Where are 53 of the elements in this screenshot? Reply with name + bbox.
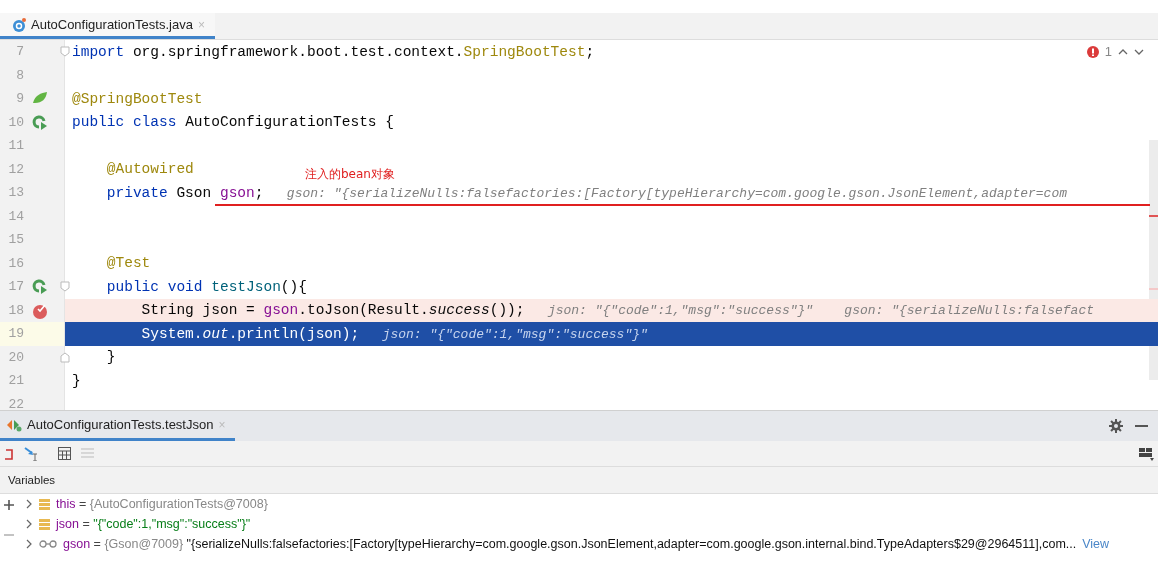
glasses-icon [39, 540, 57, 548]
step-into-icon[interactable] [24, 446, 40, 461]
line-number: 11 [7, 138, 24, 154]
annotation-note: 注入的bean对象 [305, 166, 395, 183]
code-line: @Autowired [105, 161, 194, 178]
variable-entry[interactable]: json = "{"code":1,"msg":"success"}" [56, 517, 251, 531]
line-number: 20 [7, 349, 24, 365]
restore-icon[interactable] [4, 447, 14, 460]
code-line: } [105, 349, 116, 366]
code-line: @SpringBootTest [72, 90, 203, 107]
add-icon[interactable] [4, 500, 14, 510]
line-number: 18 [7, 302, 24, 318]
field-icon [39, 498, 50, 510]
line-number: 16 [7, 255, 24, 271]
variable-entry[interactable]: gson = {Gson@7009} "{serializeNulls:falsefactories:[Factory[typeHierarchy=com.google.gson.JsonElement,adapter=com.google.gson.internal.bind.TypeAdapters$29@2964511],com... [63, 537, 1077, 551]
code-line: public void testJson(){ [105, 278, 307, 295]
class-icon [12, 17, 26, 32]
line-number: 19 [7, 326, 24, 342]
view-link[interactable]: View [1082, 537, 1110, 551]
field-icon [39, 518, 50, 530]
layout-icon[interactable] [1138, 446, 1154, 461]
leaf-icon[interactable] [32, 91, 48, 105]
line-number: 9 [15, 91, 24, 107]
run-icon[interactable] [32, 279, 48, 295]
line-number: 15 [7, 232, 24, 248]
line-number: 21 [7, 373, 24, 389]
code-line: @Test [105, 255, 151, 272]
calculator-icon[interactable] [58, 447, 71, 460]
minimize-icon[interactable] [1135, 424, 1148, 428]
test-run-icon [6, 417, 22, 432]
problem-count: 1 [1104, 44, 1112, 59]
section-title: Variables [8, 474, 56, 486]
error-icon [1086, 45, 1099, 58]
code-line: System.out.println(json); json: "{"code":1,"msg":"success"}" [140, 325, 648, 342]
code-line: import org.springframework.boot.test.context.SpringBootTest; [72, 43, 595, 60]
settings-icon[interactable] [1109, 419, 1123, 433]
breakpoint-icon[interactable] [32, 302, 48, 319]
line-number: 7 [15, 44, 24, 60]
run-icon[interactable] [32, 114, 48, 131]
code-line: } [72, 372, 81, 389]
line-number: 13 [7, 185, 24, 201]
line-number: 22 [7, 396, 24, 410]
line-number: 14 [7, 208, 24, 224]
line-number: 17 [7, 279, 24, 295]
code-line: public class AutoConfigurationTests { [72, 114, 394, 131]
variable-entry[interactable]: this = {AutoConfigurationTests@7008} [56, 497, 268, 511]
line-number: 10 [7, 114, 24, 130]
code-line: private Gson gson; gson: "{serializeNulls:falsefactories:[Factory[typeHierarchy=com.google.gson.JsonElement,adapter=com [105, 184, 1067, 201]
code-line: String json = gson.toJson(Result.success()); json: "{"code":1,"msg":"success"}" gson: "{serializeNulls:falsefact [140, 302, 1094, 319]
problems-indicator[interactable]: 1 [1086, 44, 1144, 59]
line-number: 8 [15, 67, 24, 83]
line-number: 12 [7, 161, 24, 177]
editor-tab[interactable]: AutoConfigurationTests.java × [0, 13, 215, 39]
